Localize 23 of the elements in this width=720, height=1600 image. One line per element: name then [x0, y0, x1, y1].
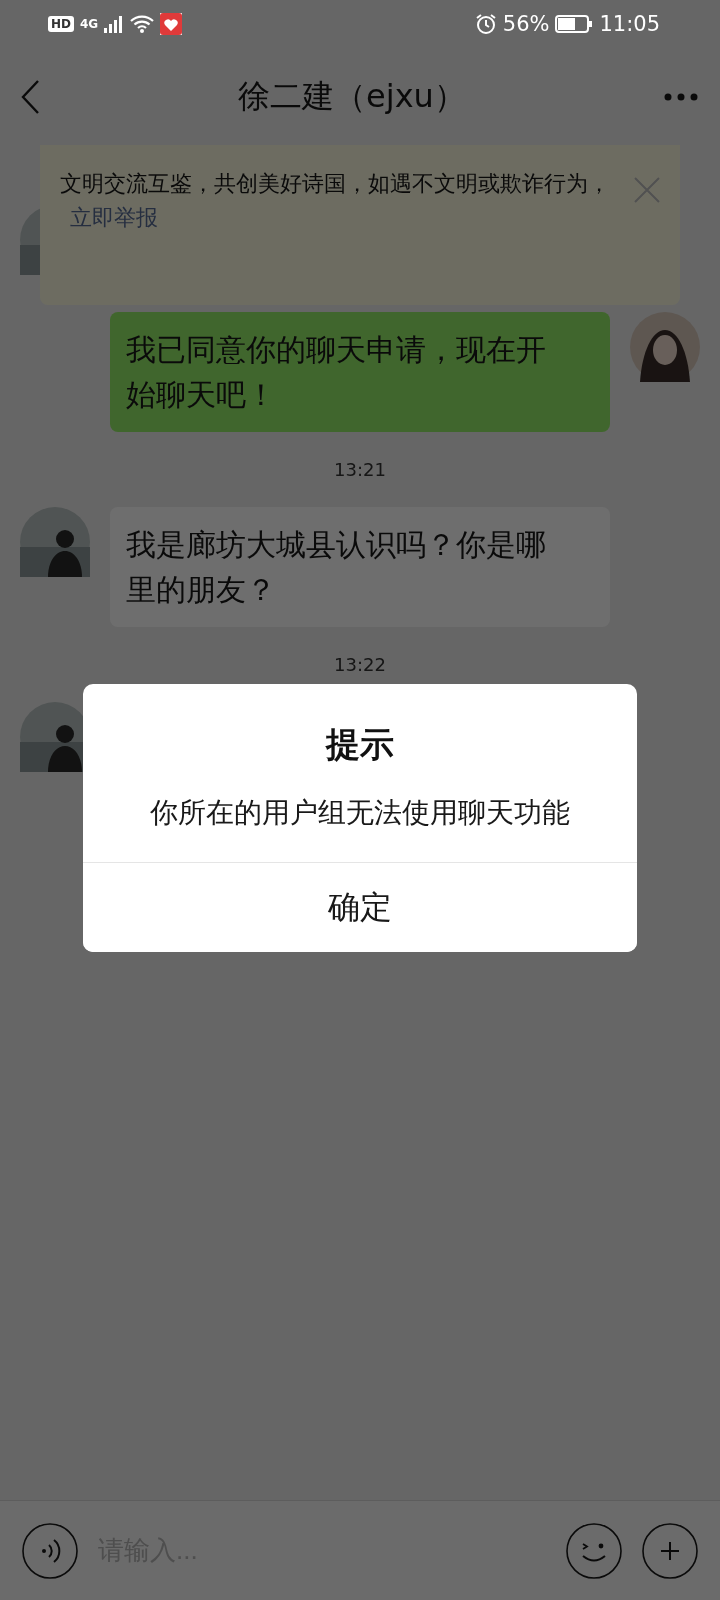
message-time: 13:21: [334, 460, 386, 480]
clock: 11:05: [599, 12, 660, 36]
message-bubble: 我已同意你的聊天申请，现在开始聊天吧！: [110, 312, 610, 432]
notice-text: 文明交流互鉴，共创美好诗国，如遇不文明或欺诈行为， 立即举报: [60, 170, 611, 232]
emoji-icon[interactable]: [566, 1522, 622, 1579]
battery-percent: 56%: [502, 12, 550, 36]
dialog-title: 提示: [326, 723, 394, 766]
back-icon[interactable]: [20, 78, 40, 115]
hd-badge: HD: [48, 16, 74, 32]
add-icon[interactable]: [642, 1522, 698, 1579]
battery-icon: [555, 14, 594, 34]
signal-icon: [104, 15, 125, 33]
wifi-icon: [130, 15, 155, 33]
voice-icon[interactable]: [22, 1522, 78, 1579]
message-time: 13:22: [334, 655, 386, 675]
chat-title: 徐二建（ejxu）: [238, 75, 466, 117]
message-bubble: 我是廊坊大城县认识吗？你是哪里的朋友？: [110, 507, 610, 627]
dialog-message: 你所在的用户组无法使用聊天功能: [150, 795, 570, 831]
alarm-icon: [474, 13, 497, 35]
more-icon[interactable]: [664, 92, 698, 101]
heart-app-icon: [160, 13, 183, 35]
network-type: 4G: [80, 17, 99, 31]
confirm-button[interactable]: 确定: [83, 862, 637, 952]
